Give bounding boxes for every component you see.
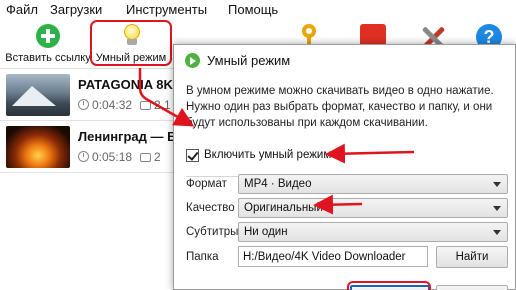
- ok-button[interactable]: [350, 285, 430, 290]
- video-thumbnail: [6, 74, 70, 116]
- format-label: Формат: [186, 178, 227, 190]
- enable-smart-mode-label: Включить умный режим: [204, 149, 332, 161]
- item-meta: 0:04:32 2,1: [78, 98, 171, 112]
- folder-input[interactable]: [239, 247, 427, 266]
- video-thumbnail: [6, 126, 70, 168]
- folder-field[interactable]: [238, 246, 428, 267]
- drive-icon: [140, 153, 152, 162]
- dialog-description: В умном режиме можно скачивать видео в о…: [186, 85, 494, 129]
- plus-icon: [36, 24, 60, 48]
- dialog-titlebar[interactable]: Умный режим: [174, 45, 515, 75]
- chevron-down-icon: [493, 182, 501, 187]
- browse-button[interactable]: Найти: [436, 246, 508, 268]
- format-select[interactable]: MP4 · Видео: [238, 174, 508, 194]
- subtitles-select[interactable]: Ни один: [238, 222, 508, 242]
- item-title: Ленинград — Во: [78, 129, 185, 144]
- menu-bar: Файл Загрузки Инструменты Помощь: [0, 0, 516, 20]
- paste-link-button[interactable]: Вставить ссылку: [0, 20, 96, 66]
- chevron-down-icon: [493, 230, 501, 235]
- format-value: MP4 · Видео: [244, 178, 312, 190]
- menu-tools[interactable]: Инструменты: [126, 2, 207, 17]
- menu-downloads[interactable]: Загрузки: [50, 2, 102, 17]
- item-meta: 0:05:18 2: [78, 150, 161, 164]
- dialog-title: Умный режим: [207, 53, 291, 68]
- list-item[interactable]: PATAGONIA 8K 0:04:32 2,1: [0, 69, 200, 121]
- quality-value: Оригинальный: [244, 202, 323, 214]
- item-duration: 0:04:32: [92, 98, 133, 112]
- drive-icon: [140, 101, 152, 110]
- quality-label: Качество: [186, 202, 235, 214]
- clock-icon: [78, 151, 89, 162]
- clock-icon: [78, 99, 89, 110]
- downloads-list: PATAGONIA 8K 0:04:32 2,1 Ленинград — Во 0…: [0, 68, 200, 290]
- item-size: 2,1: [154, 98, 171, 112]
- subtitles-value: Ни один: [244, 226, 288, 238]
- item-duration: 0:05:18: [92, 150, 133, 164]
- menu-help[interactable]: Помощь: [228, 2, 278, 17]
- list-item[interactable]: Ленинград — Во 0:05:18 2: [0, 121, 200, 173]
- subtitles-label: Субтитры: [186, 226, 239, 238]
- chevron-down-icon: [493, 206, 501, 211]
- smart-mode-highlight: [90, 20, 172, 66]
- smart-mode-dialog: Умный режим В умном режиме можно скачива…: [173, 44, 516, 290]
- menu-file[interactable]: Файл: [6, 2, 38, 17]
- item-title: PATAGONIA 8K: [78, 77, 173, 92]
- checkbox-checked-icon[interactable]: [186, 149, 199, 162]
- cancel-button[interactable]: [436, 285, 508, 290]
- youtube-icon[interactable]: [360, 24, 386, 46]
- app-logo-icon: [185, 53, 200, 68]
- quality-select[interactable]: Оригинальный: [238, 198, 508, 218]
- paste-link-label: Вставить ссылку: [5, 52, 91, 64]
- folder-label: Папка: [186, 251, 219, 263]
- item-size: 2: [154, 150, 161, 164]
